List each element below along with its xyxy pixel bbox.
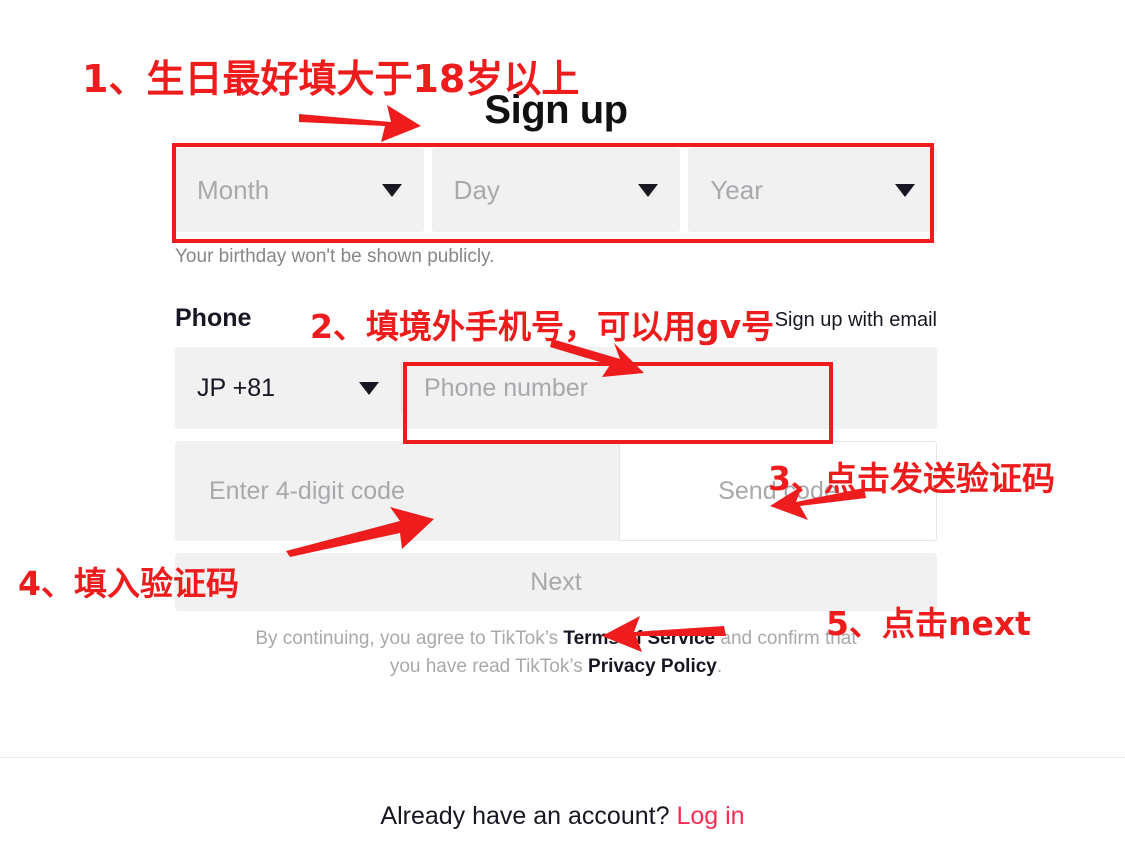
phone-label: Phone	[175, 304, 252, 332]
birthday-row: Month Day Year	[175, 148, 938, 232]
birthday-hint: Your birthday won't be shown publicly.	[175, 246, 495, 267]
annotation-1-arrow	[299, 105, 421, 142]
annotation-3-arrow	[770, 486, 866, 520]
terms-line2-pre: you have read TikTok’s	[389, 655, 589, 677]
signup-form: Sign up Month Day Year Your birthday won…	[175, 88, 938, 680]
chevron-down-icon	[895, 183, 916, 197]
login-prompt: Already have an account?	[380, 802, 670, 830]
login-footer: Already have an account? Log in	[0, 802, 1125, 831]
terms-line1-pre: By continuing, you agree to TikTok’s	[255, 628, 564, 649]
terms-text: By continuing, you agree to TikTok’s Ter…	[175, 625, 937, 680]
annotation-5-text: 5、点击next	[826, 604, 1031, 643]
month-select-label: Month	[197, 174, 270, 205]
annotation-5-arrow	[602, 616, 726, 652]
month-select[interactable]: Month	[175, 148, 424, 232]
day-select[interactable]: Day	[431, 148, 681, 232]
phone-number-input[interactable]: Phone number	[402, 347, 937, 429]
chevron-down-icon	[381, 183, 402, 197]
chevron-down-icon	[359, 381, 379, 395]
annotation-4-text: 4、填入验证码	[18, 564, 239, 603]
next-button[interactable]: Next	[175, 553, 937, 611]
year-select-label: Year	[710, 174, 763, 205]
annotation-1-text: 1、生日最好填大于18岁以上	[82, 57, 580, 101]
privacy-policy-link[interactable]: Privacy Policy	[588, 656, 717, 677]
country-code-select[interactable]: JP +81	[175, 347, 401, 429]
log-in-link[interactable]: Log in	[676, 802, 744, 830]
annotation-2-text: 2、填境外手机号，可以用gv号	[310, 307, 775, 346]
terms-line2-post: .	[716, 655, 723, 677]
day-select-label: Day	[453, 174, 500, 205]
annotation-4-arrow	[286, 507, 434, 557]
chevron-down-icon	[638, 183, 659, 197]
signup-screen: Sign up Month Day Year Your birthday won…	[0, 0, 1125, 857]
annotation-2-arrow	[550, 339, 644, 377]
year-select[interactable]: Year	[688, 148, 938, 232]
signup-with-email-link[interactable]: Sign up with email	[775, 309, 937, 332]
footer-divider	[0, 757, 1125, 758]
country-code-value: JP +81	[197, 373, 276, 402]
